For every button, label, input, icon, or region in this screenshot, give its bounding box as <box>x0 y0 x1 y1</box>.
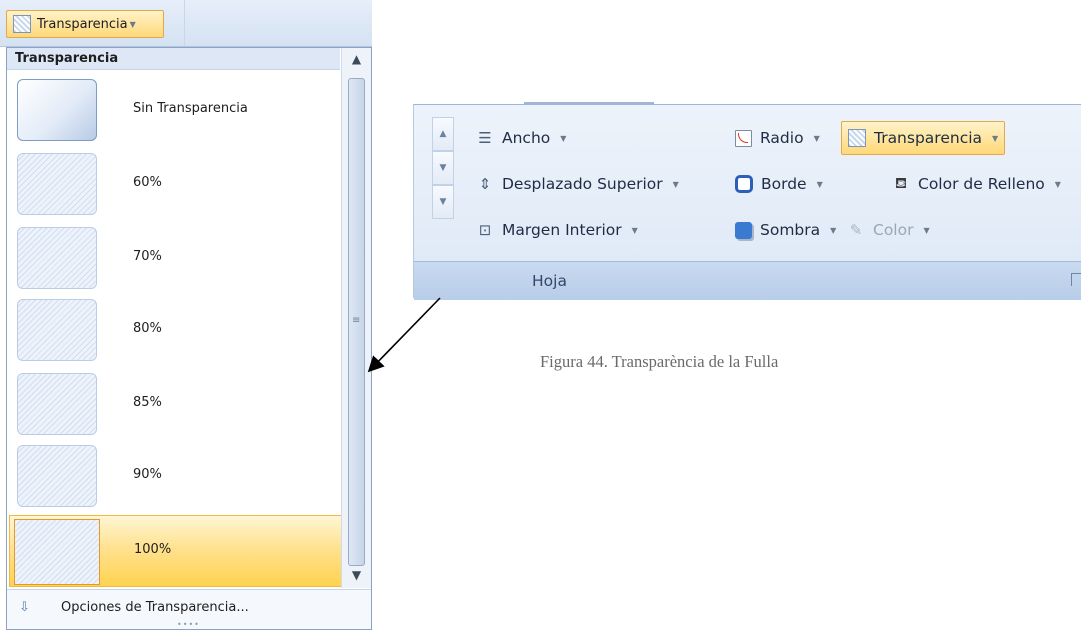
inner-margin-icon: ⊡ <box>478 221 492 239</box>
transparency-preview-swatch <box>17 227 97 289</box>
transparency-dropdown-menu: Transparencia Sin Transparencia 60% 70% … <box>6 47 372 630</box>
gallery-down-icon[interactable]: ▼ <box>432 151 454 185</box>
transparency-preview-swatch <box>17 299 97 361</box>
color-button[interactable]: ✎ Color ▼ <box>847 215 930 245</box>
transparency-option-label: 85% <box>133 395 162 410</box>
transparency-options-item[interactable]: ⇩ Opciones de Transparencia... •••• <box>7 589 371 629</box>
chevron-down-icon: ▼ <box>1054 179 1061 189</box>
fill-color-icon: ⛾ <box>894 174 908 192</box>
transparency-option-label: 70% <box>133 249 162 264</box>
gallery-more-icon[interactable]: ▼ <box>432 185 454 219</box>
transparency-option-80[interactable]: 80% <box>9 295 343 367</box>
transparency-option-60[interactable]: 60% <box>9 149 343 221</box>
group-label: Hoja <box>532 272 567 290</box>
resize-grip-icon[interactable]: •••• <box>177 620 200 629</box>
borde-label: Borde <box>761 175 807 193</box>
width-icon: ☰ <box>478 129 492 147</box>
borde-button[interactable]: Borde ▼ <box>735 169 823 199</box>
transparency-option-label: 100% <box>134 542 172 557</box>
transparency-icon <box>848 129 866 147</box>
group-footer: Hoja <box>414 261 1081 300</box>
shadow-icon <box>735 221 752 239</box>
chevron-down-icon: ▼ <box>129 19 136 29</box>
offset-top-icon: ⇕ <box>478 175 492 193</box>
radio-button[interactable]: Radio ▼ <box>735 123 820 153</box>
radius-icon <box>735 129 752 147</box>
chevron-down-icon: ▼ <box>813 133 820 143</box>
sombra-label: Sombra <box>760 221 821 239</box>
transparency-option-70[interactable]: 70% <box>9 223 343 295</box>
transparencia-button[interactable]: Transparencia ▼ <box>841 121 1006 155</box>
scroll-up-icon[interactable]: ▲ <box>342 48 371 70</box>
transparency-dropdown-button[interactable]: Transparencia ▼ <box>6 10 164 38</box>
ribbon-tab-edge <box>524 102 654 105</box>
margen-interior-button[interactable]: ⊡ Margen Interior ▼ <box>476 215 638 245</box>
chevron-down-icon: ▼ <box>672 179 679 189</box>
color-de-relleno-button[interactable]: ⛾ Color de Relleno ▼ <box>892 169 1061 199</box>
transparency-preview-swatch <box>17 79 97 141</box>
scroll-down-icon[interactable]: ▼ <box>342 564 371 586</box>
toolbar-strip: Transparencia ▼ <box>0 0 372 47</box>
ribbon-group-hoja: ▲ ▼ ▼ ☰ Ancho ▼ ⇕ Desplazado Superior ▼ … <box>413 102 1081 300</box>
transparency-dropdown-label: Transparencia <box>37 16 128 32</box>
options-arrow-icon: ⇩ <box>19 600 30 615</box>
dialog-launcher-icon[interactable] <box>1071 273 1081 286</box>
transparency-option-label: Sin Transparencia <box>133 101 248 116</box>
radio-label: Radio <box>760 129 804 147</box>
transparency-option-label: 60% <box>133 175 162 190</box>
transparency-option-90[interactable]: 90% <box>9 441 343 513</box>
gallery-up-icon[interactable]: ▲ <box>432 117 454 151</box>
figure-caption: Figura 44. Transparència de la Fulla <box>540 352 779 371</box>
ancho-button[interactable]: ☰ Ancho ▼ <box>476 123 566 153</box>
transparency-option-label: 90% <box>133 467 162 482</box>
transparency-preview-swatch <box>17 373 97 435</box>
ancho-label: Ancho <box>502 129 551 147</box>
chevron-down-icon: ▼ <box>560 133 567 143</box>
chevron-down-icon: ▼ <box>830 225 837 235</box>
transparency-preview-swatch <box>17 153 97 215</box>
chevron-down-icon: ▼ <box>816 179 823 189</box>
transparency-option-none[interactable]: Sin Transparencia <box>9 75 343 147</box>
dropdown-header: Transparencia <box>7 48 340 70</box>
transparencia-label: Transparencia <box>874 129 983 147</box>
desplazado-superior-button[interactable]: ⇕ Desplazado Superior ▼ <box>476 169 679 199</box>
callout-arrow <box>367 297 441 373</box>
transparency-options-label: Opciones de Transparencia... <box>61 600 249 615</box>
chevron-down-icon: ▼ <box>992 133 999 143</box>
transparency-icon <box>13 15 31 33</box>
desplazado-superior-label: Desplazado Superior <box>502 175 663 193</box>
transparency-option-85[interactable]: 85% <box>9 369 343 441</box>
transparency-option-100[interactable]: 100% <box>9 515 343 587</box>
transparency-preview-swatch <box>17 445 97 507</box>
transparency-preview-swatch <box>14 519 100 585</box>
strip-divider <box>184 0 185 46</box>
margen-interior-label: Margen Interior <box>502 221 622 239</box>
chevron-down-icon: ▼ <box>923 225 930 235</box>
color-icon: ✎ <box>849 221 863 239</box>
transparency-option-label: 80% <box>133 321 162 336</box>
sombra-button[interactable]: Sombra ▼ <box>735 215 836 245</box>
color-de-relleno-label: Color de Relleno <box>918 175 1045 193</box>
chevron-down-icon: ▼ <box>631 225 638 235</box>
color-label: Color <box>873 221 914 239</box>
border-icon <box>735 175 753 193</box>
gallery-scroller: ▲ ▼ ▼ <box>432 117 454 223</box>
